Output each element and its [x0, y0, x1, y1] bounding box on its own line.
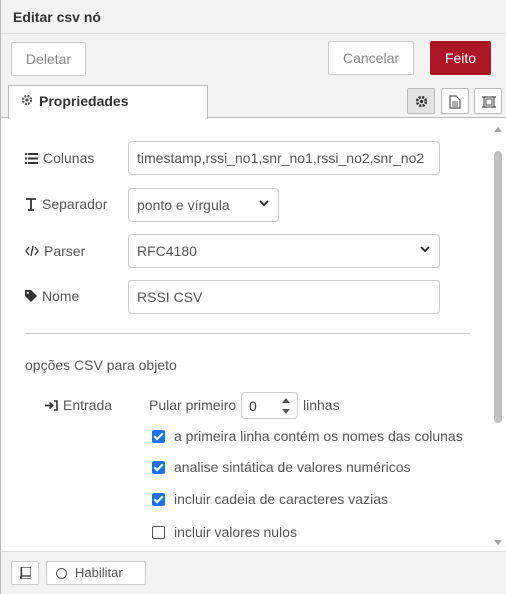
scrollbar-thumb[interactable] [494, 151, 502, 423]
tab-properties[interactable]: Propriedades [8, 85, 208, 119]
columns-label: Colunas [25, 150, 94, 166]
scrollbar[interactable] [490, 119, 506, 551]
sign-in-icon [45, 399, 58, 411]
tab-settings[interactable] [407, 88, 435, 114]
stepper-down-icon[interactable] [282, 409, 290, 414]
toolbar: Deletar Cancelar Feito [1, 34, 506, 84]
circle-icon [56, 568, 67, 579]
checkbox-include-null[interactable]: incluir valores nulos [152, 524, 297, 540]
checkbox-first-row-names[interactable]: a primeira linha contém os nomes das col… [152, 428, 463, 444]
tag-icon [25, 290, 37, 302]
parser-select-wrapper: RFC4180 [128, 234, 440, 268]
done-button[interactable]: Feito [430, 41, 491, 75]
document-icon [449, 95, 461, 109]
text-format-icon [26, 197, 36, 211]
list-icon [25, 152, 38, 164]
enable-toggle[interactable]: Habilitar [46, 561, 146, 585]
skip-lines-stepper[interactable]: 0 [241, 392, 298, 419]
columns-input[interactable] [128, 141, 440, 175]
checkbox-include-empty[interactable]: incluir cadeia de caracteres vazias [152, 491, 388, 507]
parser-label: Parser [25, 243, 85, 259]
csv-options-title: opções CSV para objeto [25, 357, 177, 373]
scroll-down-icon[interactable] [494, 540, 502, 545]
cancel-button[interactable]: Cancelar [328, 41, 414, 75]
gear-icon [415, 95, 428, 108]
code-icon [25, 246, 39, 256]
separator-select-wrapper: ponto e vírgula [128, 188, 279, 222]
gear-icon [21, 86, 34, 116]
name-input[interactable] [128, 280, 440, 314]
name-label: Nome [25, 288, 79, 304]
separator-select[interactable]: ponto e vírgula [128, 188, 279, 222]
properties-panel: Colunas Separador ponto e vírgula Parser… [1, 119, 506, 551]
skip-prefix-label: Pular primeiro [149, 397, 237, 413]
title-bar: Editar csv nó [1, 0, 506, 34]
separator-label: Separador [25, 196, 107, 212]
footer: Habilitar [1, 551, 506, 594]
scroll-up-icon[interactable] [494, 127, 502, 132]
book-icon [20, 567, 31, 579]
dialog-title: Editar csv nó [13, 9, 101, 25]
checkbox-parse-numbers[interactable]: analise sintática de valores numéricos [152, 459, 411, 475]
checkbox-unchecked[interactable] [152, 525, 165, 539]
skip-suffix-label: linhas [303, 397, 340, 413]
checkbox-checked[interactable] [152, 429, 165, 443]
edit-tray: Editar csv nó Deletar Cancelar Feito Pro… [0, 0, 506, 594]
help-button[interactable] [11, 561, 39, 585]
checkbox-checked[interactable] [152, 492, 165, 506]
stepper-up-icon[interactable] [282, 398, 290, 403]
tab-description[interactable] [441, 88, 469, 114]
delete-button[interactable]: Deletar [11, 42, 86, 76]
tab-properties-label: Propriedades [39, 93, 129, 109]
frame-icon [482, 96, 496, 108]
tab-appearance[interactable] [474, 88, 502, 114]
divider [25, 333, 470, 334]
checkbox-checked[interactable] [152, 460, 165, 474]
skip-lines-value: 0 [249, 398, 257, 414]
tabs-bar: Propriedades [1, 84, 506, 119]
input-label: Entrada [45, 397, 112, 413]
parser-select[interactable]: RFC4180 [128, 234, 440, 268]
